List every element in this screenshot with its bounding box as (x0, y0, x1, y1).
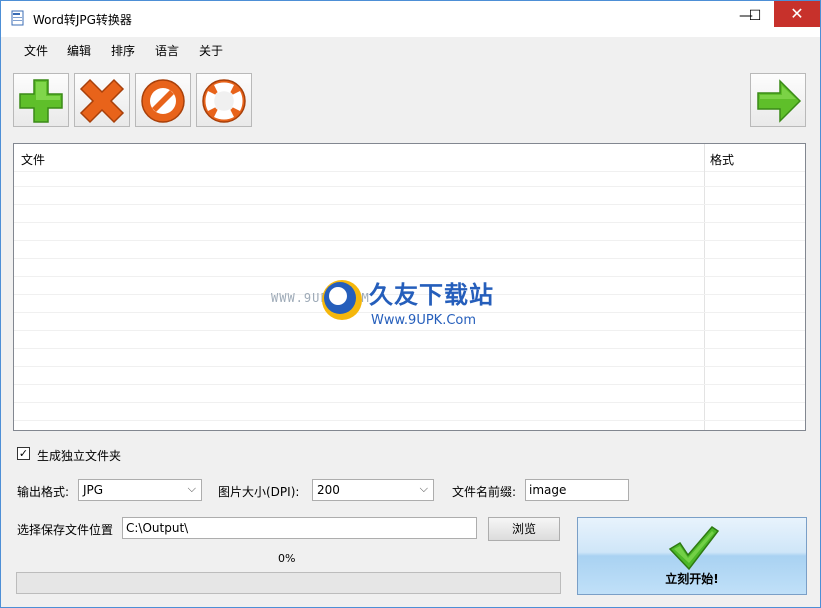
progress-percent: 0% (278, 552, 296, 565)
output-format-select[interactable]: JPG ⌵ (78, 479, 202, 501)
progress-bar (16, 572, 561, 594)
maximize-button[interactable]: ☐ (738, 1, 772, 33)
row-line (14, 420, 805, 421)
checkmark-icon (668, 526, 720, 571)
image-size-value: 200 (317, 483, 340, 497)
row-line (14, 222, 805, 223)
image-size-label: 图片大小(DPI): (218, 485, 300, 499)
row-line (14, 186, 805, 187)
chevron-down-icon: ⌵ (419, 482, 428, 495)
row-line (14, 240, 805, 241)
prefix-value: image (529, 483, 567, 497)
menu-language[interactable]: 语言 (155, 42, 179, 59)
remove-file-button[interactable] (74, 73, 130, 127)
row-line (14, 384, 805, 385)
menu-about[interactable]: 关于 (199, 42, 223, 59)
next-button[interactable] (750, 73, 806, 127)
row-line (14, 204, 805, 205)
prefix-label: 文件名前缀: (452, 485, 517, 499)
menu-sort[interactable]: 排序 (111, 42, 135, 59)
row-line (14, 366, 805, 367)
title-bar: Word转JPG转换器 — ☐ ✕ (1, 1, 820, 37)
save-location-label: 选择保存文件位置 (17, 523, 114, 537)
browse-button[interactable]: 浏览 (488, 517, 560, 541)
add-file-button[interactable] (13, 73, 69, 127)
app-window: Word转JPG转换器 — ☐ ✕ 文件 编辑 排序 语言 关于 文件 格式 W… (0, 0, 821, 608)
app-icon (10, 10, 26, 26)
watermark-site: Www.9UPK.Com (371, 313, 477, 328)
start-button[interactable]: 立刻开始! (577, 517, 807, 595)
output-format-value: JPG (83, 483, 104, 497)
save-location-input[interactable]: C:\Output\ (122, 517, 477, 539)
separate-folder-checkbox[interactable]: ✓ (17, 447, 30, 460)
clear-list-button[interactable] (135, 73, 191, 127)
column-file[interactable]: 文件 (21, 151, 45, 168)
watermark-logo-icon (322, 280, 362, 320)
watermark-title: 久友下载站 (369, 281, 494, 309)
column-divider (704, 144, 705, 430)
watermark: WWW.9UPK.COM 久友下载站 Www.9UPK.Com (271, 269, 541, 349)
row-line (14, 402, 805, 403)
menu-bar: 文件 编辑 排序 语言 关于 (1, 37, 820, 61)
chevron-down-icon: ⌵ (187, 482, 196, 495)
menu-file[interactable]: 文件 (24, 42, 48, 59)
file-list-header: 文件 格式 (14, 144, 805, 172)
help-button[interactable] (196, 73, 252, 127)
column-format[interactable]: 格式 (710, 151, 734, 168)
menu-edit[interactable]: 编辑 (67, 42, 91, 59)
start-label: 立刻开始! (665, 572, 719, 586)
row-line (14, 258, 805, 259)
close-button[interactable]: ✕ (774, 1, 820, 27)
window-title: Word转JPG转换器 (33, 13, 132, 27)
save-location-value: C:\Output\ (126, 521, 189, 535)
separate-folder-label: 生成独立文件夹 (37, 449, 122, 463)
output-format-label: 输出格式: (17, 485, 70, 499)
image-size-select[interactable]: 200 ⌵ (312, 479, 434, 501)
prefix-input[interactable]: image (525, 479, 629, 501)
